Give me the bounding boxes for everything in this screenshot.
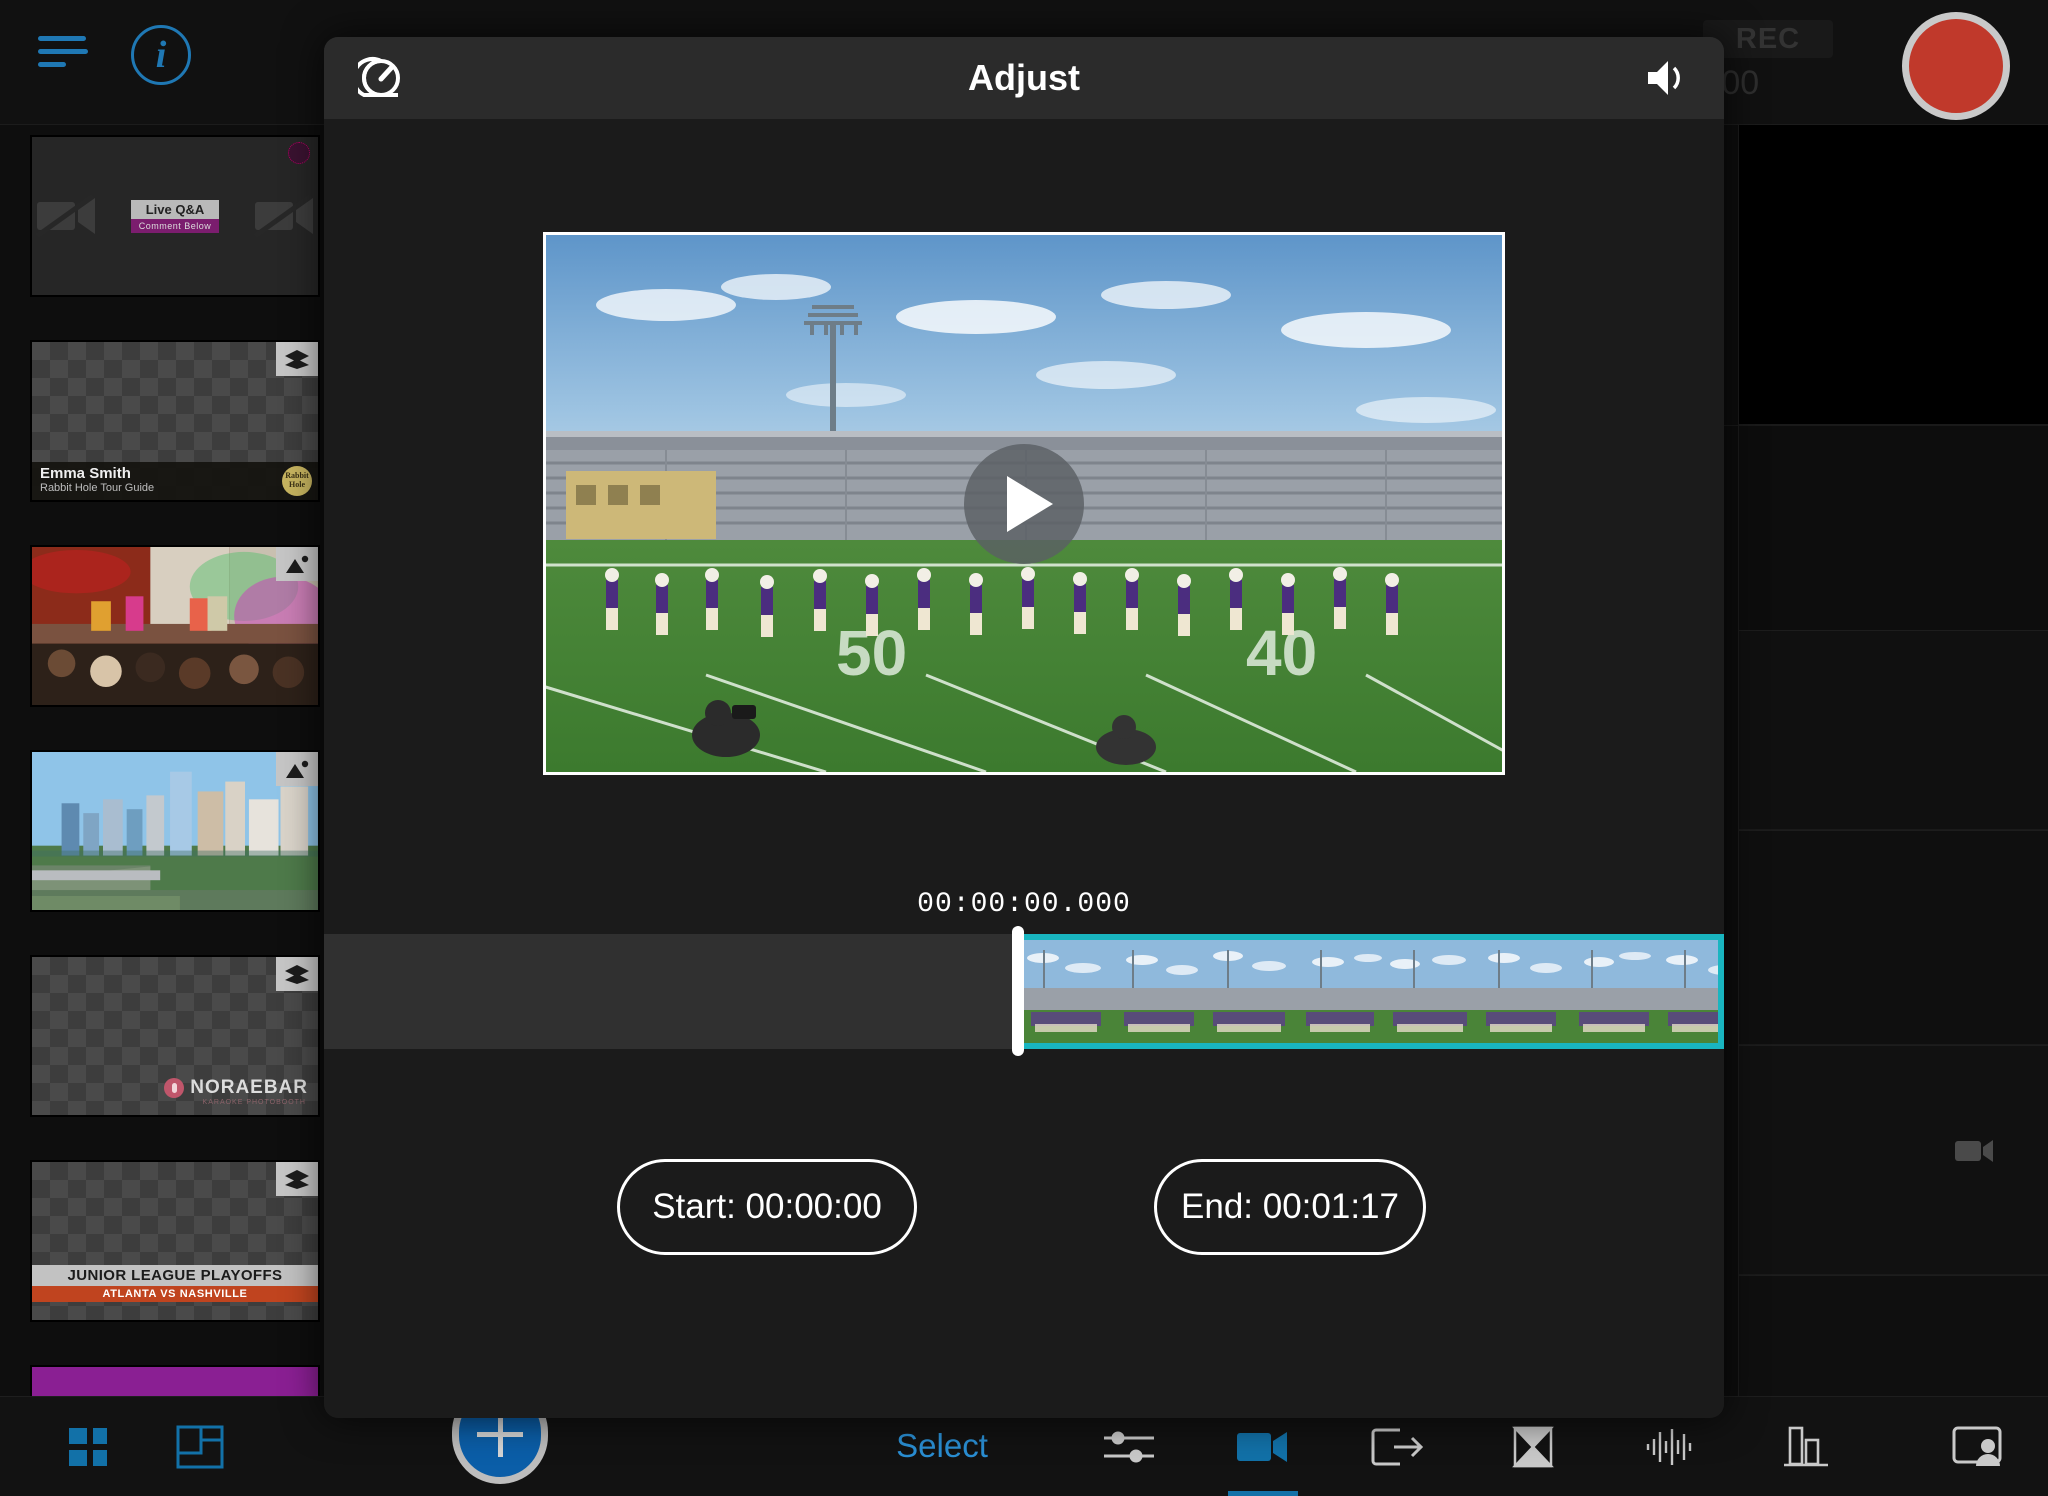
- dialog-title: Adjust: [968, 57, 1080, 98]
- bg-row-2: [1738, 830, 2048, 1045]
- film-frame: [1385, 940, 1476, 1043]
- watermark-subtext: KARAOKE PHOTOBOOTH: [202, 1099, 306, 1106]
- timeline-track[interactable]: [324, 926, 1724, 1056]
- playhead-handle[interactable]: [1012, 926, 1024, 1056]
- person-frame-icon[interactable]: [1912, 1397, 2048, 1496]
- brand-logo: Rabbit Hole: [282, 466, 312, 496]
- hamburger-icon[interactable]: [38, 36, 88, 72]
- person-name: Emma Smith: [40, 465, 131, 482]
- list-item[interactable]: JUNIOR LEAGUE PLAYOFFS ATLANTA VS NASHVI…: [30, 1160, 320, 1322]
- play-icon[interactable]: [964, 443, 1084, 564]
- list-item[interactable]: [30, 1365, 320, 1396]
- adjust-dialog: Adjust 50 40 00:00:00.000 Start: 00:00:0…: [324, 37, 1724, 1418]
- list-item[interactable]: Live Q&A Comment Below: [30, 135, 320, 297]
- avatar: [288, 142, 310, 164]
- split-layout-icon[interactable]: [150, 1397, 250, 1496]
- video-preview[interactable]: 50 40: [543, 232, 1505, 775]
- play-triangle: [1007, 475, 1053, 532]
- video-still: 50 40: [546, 235, 1502, 772]
- lower-third-subtitle: ATLANTA VS NASHVILLE: [32, 1286, 318, 1302]
- list-item[interactable]: NORAEBAR KARAOKE PHOTOBOOTH: [30, 955, 320, 1117]
- film-frame: [1203, 940, 1294, 1043]
- info-icon[interactable]: i: [131, 25, 191, 85]
- bg-row-1: [1738, 630, 2048, 830]
- camera-off-icon: [35, 194, 95, 238]
- camera-placeholder: Live Q&A Comment Below: [32, 137, 318, 295]
- list-item[interactable]: Emma Smith Rabbit Hole Tour Guide Rabbit…: [30, 340, 320, 502]
- video-camera-icon: [1955, 1140, 1993, 1162]
- lower-third-title: JUNIOR LEAGUE PLAYOFFS: [32, 1265, 318, 1286]
- grid-layout-icon[interactable]: [40, 1397, 140, 1496]
- lower-third: Emma Smith Rabbit Hole Tour Guide Rabbit…: [32, 462, 318, 500]
- film-frame: [1658, 940, 1718, 1043]
- list-item[interactable]: [30, 545, 320, 707]
- image-icon: [276, 547, 318, 581]
- layers-icon: [276, 957, 318, 991]
- microphone-icon: [164, 1078, 185, 1098]
- film-frame: [1567, 940, 1658, 1043]
- film-frame: [1476, 940, 1567, 1043]
- list-item[interactable]: [30, 750, 320, 912]
- app-root: i REC 0:00 Live Q&A Comment Below Emma S…: [0, 0, 2048, 1496]
- filmstrip: [1021, 940, 1718, 1043]
- watermark-text: NORAEBAR: [190, 1077, 308, 1098]
- overlay-subtitle: Comment Below: [130, 218, 220, 233]
- camera-off-icon: [253, 194, 314, 238]
- live-qa-overlay: Live Q&A Comment Below: [130, 199, 220, 233]
- dialog-header: Adjust: [324, 37, 1724, 119]
- film-frame: [1294, 940, 1385, 1043]
- source-sidebar[interactable]: Live Q&A Comment Below Emma Smith Rabbit…: [0, 125, 325, 1396]
- bg-row-3: [1738, 1045, 2048, 1275]
- film-frame: [1112, 940, 1203, 1043]
- trim-end-button[interactable]: End: 00:01:17: [1154, 1159, 1426, 1255]
- dialog-body: 50 40 00:00:00.000 Start: 00:00:00 End: …: [324, 119, 1724, 1418]
- film-frame: [1021, 940, 1112, 1043]
- speaker-volume-icon[interactable]: [1644, 58, 1690, 98]
- video-clip[interactable]: [1015, 934, 1724, 1049]
- person-role: Rabbit Hole Tour Guide: [40, 482, 155, 494]
- bar-chart-icon[interactable]: [1752, 1397, 1862, 1496]
- active-tab-indicator: [1228, 1491, 1298, 1496]
- image-icon: [276, 752, 318, 786]
- layers-icon: [276, 1162, 318, 1196]
- sports-lower-third: JUNIOR LEAGUE PLAYOFFS ATLANTA VS NASHVI…: [32, 1265, 318, 1302]
- record-button[interactable]: [1902, 12, 2010, 120]
- watermark: NORAEBAR KARAOKE PHOTOBOOTH: [164, 1077, 308, 1106]
- svg-text:40: 40: [1246, 617, 1317, 689]
- select-mode-button[interactable]: Select: [862, 1427, 1022, 1465]
- trim-start-button[interactable]: Start: 00:00:00: [617, 1159, 917, 1255]
- layers-icon: [276, 342, 318, 376]
- bg-black-panel: [1738, 125, 2048, 425]
- overlay-title: Live Q&A: [130, 199, 220, 219]
- current-timecode: 00:00:00.000: [917, 889, 1131, 920]
